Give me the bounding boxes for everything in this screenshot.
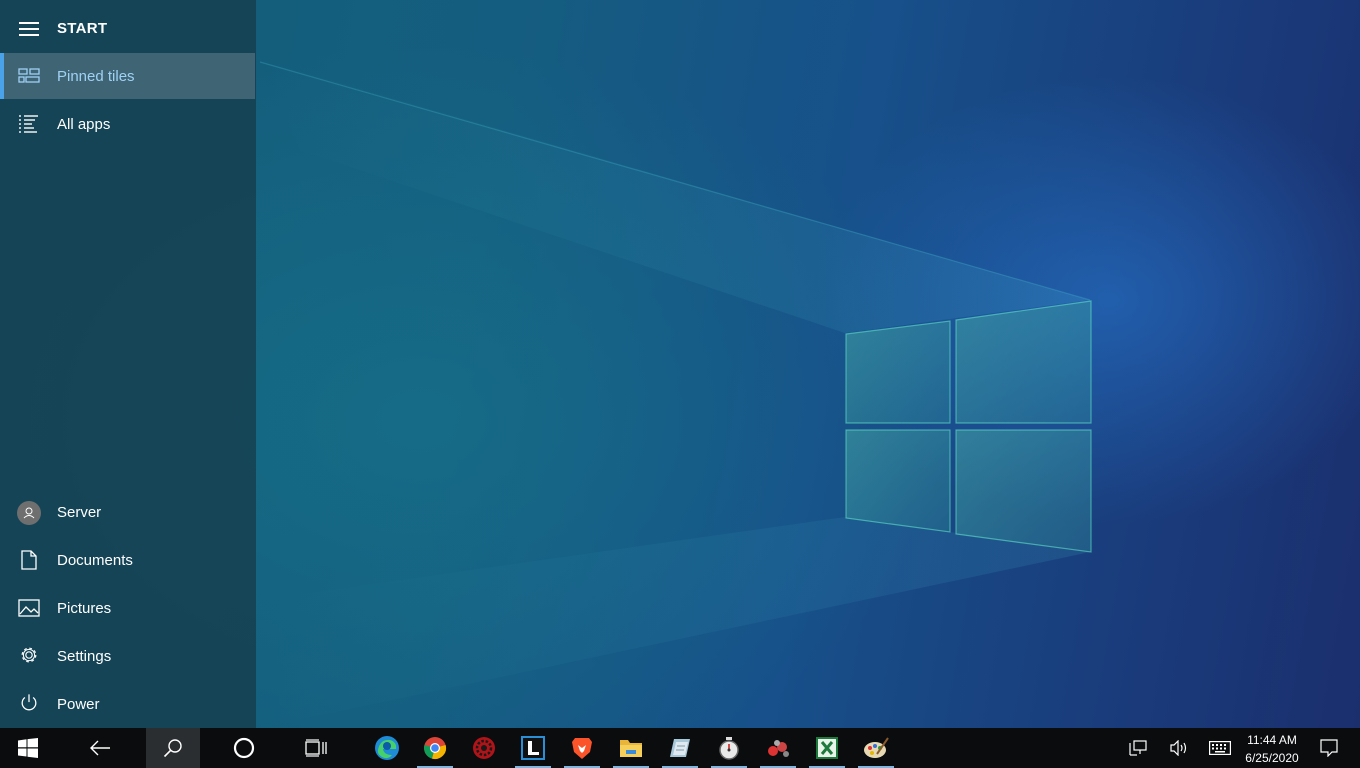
- nav-documents[interactable]: Documents: [0, 537, 255, 583]
- power-icon: [21, 694, 37, 711]
- windows-start-icon: [18, 738, 38, 758]
- taskbar-clock[interactable]: 11:44 AM 6/25/2020: [1236, 730, 1308, 766]
- windows-logo-graphic: [845, 300, 1092, 553]
- nav-power[interactable]: Power: [0, 681, 255, 727]
- start-title: START: [57, 20, 108, 37]
- volume-icon: [1170, 740, 1187, 756]
- nav-pictures[interactable]: Pictures: [0, 585, 255, 631]
- back-arrow-icon: [90, 740, 110, 756]
- taskbar-app-paint-spheres[interactable]: [754, 728, 802, 768]
- notepad-icon: [670, 739, 690, 757]
- nav-user-server[interactable]: Server: [0, 489, 255, 535]
- all-apps-icon: [19, 115, 38, 133]
- nav-pictures-label: Pictures: [57, 600, 112, 617]
- document-icon: [21, 550, 37, 570]
- paint-palette-icon: [864, 737, 889, 758]
- hamburger-menu-icon[interactable]: [19, 22, 39, 36]
- stopwatch-icon: [719, 737, 739, 760]
- pinned-tiles-icon: [18, 68, 40, 83]
- taskbar-app-l[interactable]: [509, 728, 557, 768]
- taskbar: [0, 728, 1360, 768]
- nav-all-apps-label: All apps: [57, 116, 111, 133]
- paint-spheres-icon: [768, 740, 789, 757]
- l-app-icon: [521, 736, 545, 760]
- red-gear-app-icon: [473, 737, 495, 759]
- taskbar-app-notepad[interactable]: [656, 728, 704, 768]
- brave-icon: [572, 738, 592, 759]
- gear-icon: [21, 647, 37, 663]
- chrome-icon: [424, 737, 447, 760]
- excel-icon: [816, 737, 838, 759]
- task-view-button[interactable]: [292, 728, 340, 768]
- nav-documents-label: Documents: [57, 552, 133, 569]
- clock-time: 11:44 AM: [1247, 733, 1297, 747]
- edge-icon: [375, 736, 399, 760]
- keyboard-icon: [1209, 741, 1231, 755]
- start-menu-panel: START Pinned tiles All apps Server Docum…: [0, 0, 256, 728]
- nav-settings-label: Settings: [57, 648, 112, 665]
- search-icon: [163, 739, 182, 758]
- nav-pinned-tiles-label: Pinned tiles: [57, 68, 135, 85]
- search-button[interactable]: [146, 728, 200, 768]
- cortana-button[interactable]: [220, 728, 268, 768]
- nav-power-label: Power: [57, 696, 100, 713]
- taskbar-app-stopwatch[interactable]: [705, 728, 753, 768]
- nav-all-apps[interactable]: All apps: [0, 101, 255, 147]
- notification-icon: [1320, 739, 1338, 757]
- start-button[interactable]: [4, 728, 52, 768]
- cortana-icon: [233, 737, 255, 759]
- back-button[interactable]: [76, 728, 124, 768]
- taskbar-app-brave[interactable]: [558, 728, 606, 768]
- clock-date: 6/25/2020: [1245, 751, 1299, 765]
- taskbar-app-excel[interactable]: [803, 728, 851, 768]
- tray-volume[interactable]: [1158, 728, 1202, 768]
- taskbar-app-paint-palette[interactable]: [852, 728, 900, 768]
- user-avatar-icon: [17, 501, 41, 525]
- tray-network[interactable]: [1116, 728, 1160, 768]
- nav-user-label: Server: [57, 504, 102, 521]
- file-explorer-icon: [620, 740, 642, 757]
- taskbar-app-chrome[interactable]: [411, 728, 459, 768]
- nav-settings[interactable]: Settings: [0, 633, 255, 679]
- taskbar-app-edge[interactable]: [363, 728, 411, 768]
- tray-notifications[interactable]: [1306, 728, 1352, 768]
- nav-pinned-tiles[interactable]: Pinned tiles: [0, 53, 255, 99]
- taskbar-app-red-gear[interactable]: [460, 728, 508, 768]
- pictures-icon: [18, 599, 40, 617]
- start-menu-header: START: [0, 4, 256, 52]
- task-view-icon: [305, 739, 327, 757]
- taskbar-app-file-explorer[interactable]: [607, 728, 655, 768]
- network-icon: [1129, 740, 1147, 756]
